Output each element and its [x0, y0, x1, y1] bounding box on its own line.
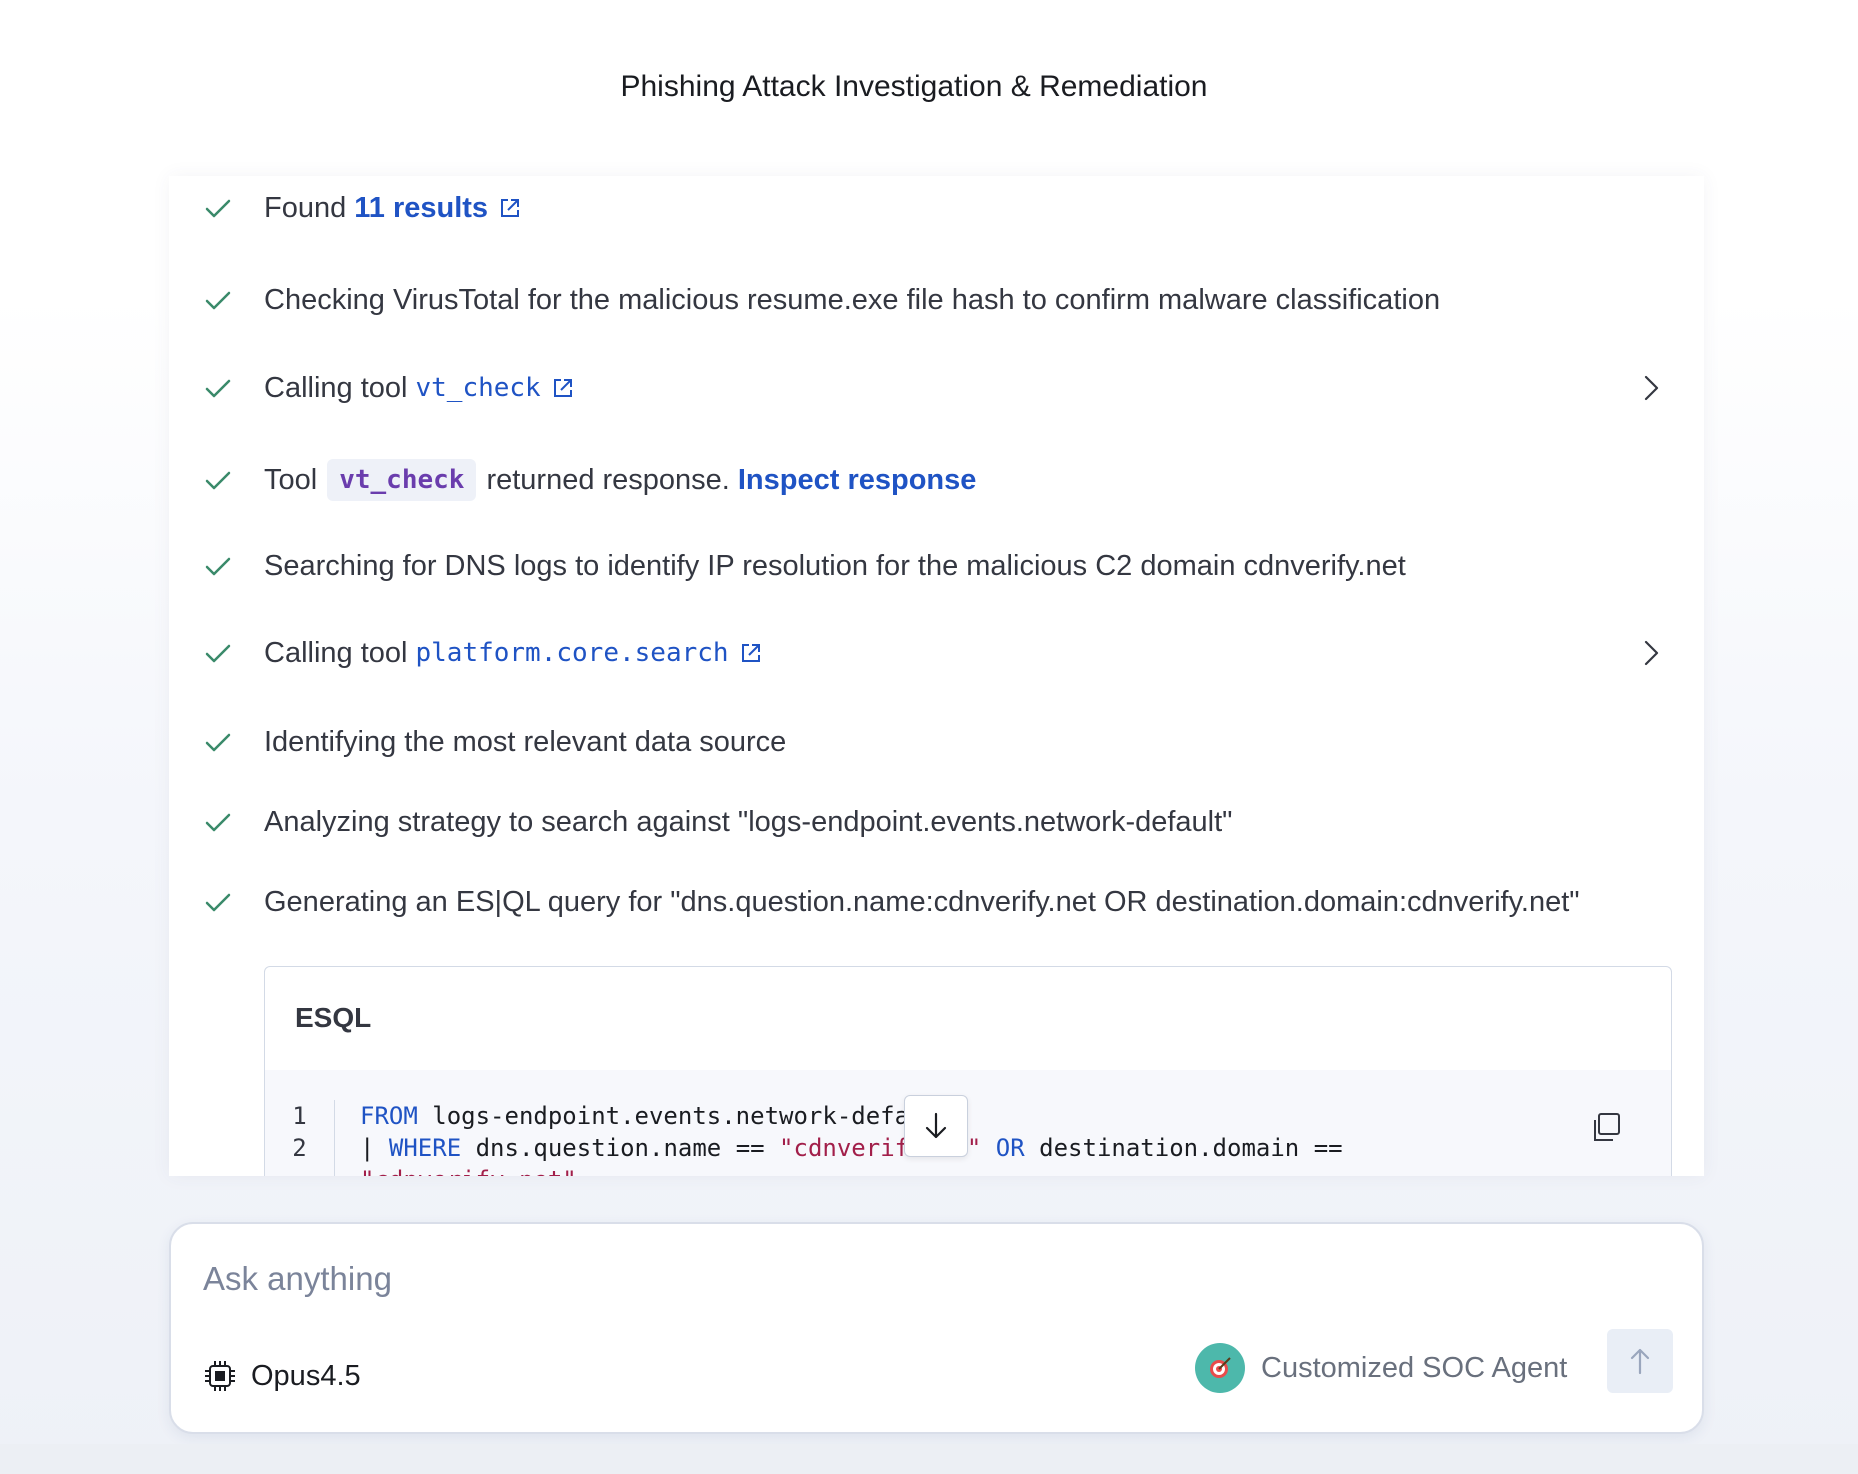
step-label: Calling tool: [264, 636, 408, 669]
copy-icon[interactable]: [1589, 1110, 1623, 1144]
step-identify-source: Identifying the most relevant data sourc…: [169, 712, 1704, 772]
agent-label: Customized SOC Agent: [1261, 1351, 1568, 1384]
step-label: Generating an ES|QL query for "dns.quest…: [264, 885, 1580, 918]
agent-selector[interactable]: Customized SOC Agent: [1195, 1338, 1567, 1398]
step-virustotal: Checking VirusTotal for the malicious re…: [169, 270, 1704, 330]
step-tool-response: Tool vt_check returned response. Inspect…: [169, 450, 1704, 510]
code-line-1: FROM logs-endpoint.events.network-defa: [360, 1100, 1343, 1132]
step-calling-platform-search[interactable]: Calling tool platform.core.search: [169, 623, 1704, 683]
keyword: OR: [981, 1134, 1025, 1162]
code-text[interactable]: FROM logs-endpoint.events.network-defa | …: [360, 1100, 1343, 1176]
chat-composer: Opus4.5 Customized SOC Agent: [169, 1222, 1704, 1434]
model-label: Opus4.5: [251, 1359, 361, 1392]
step-label: Analyzing strategy to search against "lo…: [264, 805, 1233, 838]
arrow-down-icon: [925, 1112, 947, 1139]
check-icon: [205, 291, 231, 310]
keyword: WHERE: [388, 1134, 462, 1162]
tool-badge: vt_check: [327, 459, 477, 501]
page-title: Phishing Attack Investigation & Remediat…: [620, 70, 1208, 103]
chevron-right-icon[interactable]: [1636, 638, 1666, 668]
prompt-input[interactable]: [203, 1254, 1603, 1304]
external-link-icon[interactable]: [551, 376, 575, 400]
target-icon: [1210, 1357, 1231, 1378]
chat-panel: Found 11 results Checking VirusTotal for…: [169, 176, 1704, 1176]
keyword: FROM: [360, 1102, 418, 1130]
inspect-response-link[interactable]: Inspect response: [738, 464, 977, 497]
esql-title: ESQL: [295, 1002, 372, 1033]
code-fragment: |: [360, 1134, 389, 1162]
arrow-up-icon: [1630, 1348, 1650, 1375]
line-number: 2: [292, 1134, 307, 1162]
scroll-to-bottom-button[interactable]: [904, 1095, 968, 1157]
step-generating-query: Generating an ES|QL query for "dns.quest…: [169, 872, 1704, 932]
check-icon: [205, 813, 231, 832]
check-icon: [205, 379, 231, 398]
tool-link-vt-check[interactable]: vt_check: [415, 373, 540, 403]
code-fragment: logs-endpoint.events.network-defa: [417, 1102, 910, 1130]
check-icon: [205, 644, 231, 663]
line-numbers: 1 2: [265, 1100, 335, 1176]
step-label: Checking VirusTotal for the malicious re…: [264, 283, 1441, 316]
step-label: Tool: [264, 463, 318, 496]
cpu-chip-icon: [205, 1361, 235, 1391]
title-bar: Phishing Attack Investigation & Remediat…: [0, 0, 1858, 176]
line-number: 1: [292, 1102, 307, 1130]
chevron-right-icon[interactable]: [1636, 373, 1666, 403]
send-button[interactable]: [1607, 1329, 1673, 1393]
check-icon: [205, 893, 231, 912]
tool-link-platform-search[interactable]: platform.core.search: [415, 638, 728, 668]
external-link-icon[interactable]: [739, 641, 763, 665]
check-icon: [205, 557, 231, 576]
model-selector[interactable]: Opus4.5: [203, 1354, 361, 1398]
esql-code-block: ESQL 1 2 FROM logs-endpoint.events.netwo…: [264, 966, 1672, 1176]
step-label: Found: [264, 191, 347, 224]
step-label: Calling tool: [264, 371, 408, 404]
bottom-strip: [0, 1444, 1858, 1474]
step-found-results: Found 11 results: [169, 178, 1704, 238]
check-icon: [205, 733, 231, 752]
step-analyzing-strategy: Analyzing strategy to search against "lo…: [169, 792, 1704, 852]
step-label: Searching for DNS logs to identify IP re…: [264, 549, 1406, 582]
results-link[interactable]: 11 results: [354, 192, 488, 225]
step-calling-vt-check[interactable]: Calling tool vt_check: [169, 358, 1704, 418]
check-icon: [205, 471, 231, 490]
check-icon: [205, 199, 231, 218]
step-label: Identifying the most relevant data sourc…: [264, 725, 787, 758]
step-dns-search: Searching for DNS logs to identify IP re…: [169, 536, 1704, 596]
agent-avatar: [1195, 1343, 1245, 1393]
step-label: returned response.: [486, 463, 730, 496]
code-area: 1 2 FROM logs-endpoint.events.network-de…: [265, 1070, 1671, 1176]
code-line-3: "cdnverify.net": [360, 1164, 1343, 1176]
external-link-icon[interactable]: [498, 196, 522, 220]
code-line-2: | WHERE dns.question.name == "cdnverif t…: [360, 1132, 1343, 1164]
code-fragment: destination.domain ==: [1024, 1134, 1343, 1162]
string-literal: "cdnverify.net": [360, 1166, 577, 1176]
code-fragment: dns.question.name ==: [461, 1134, 780, 1162]
